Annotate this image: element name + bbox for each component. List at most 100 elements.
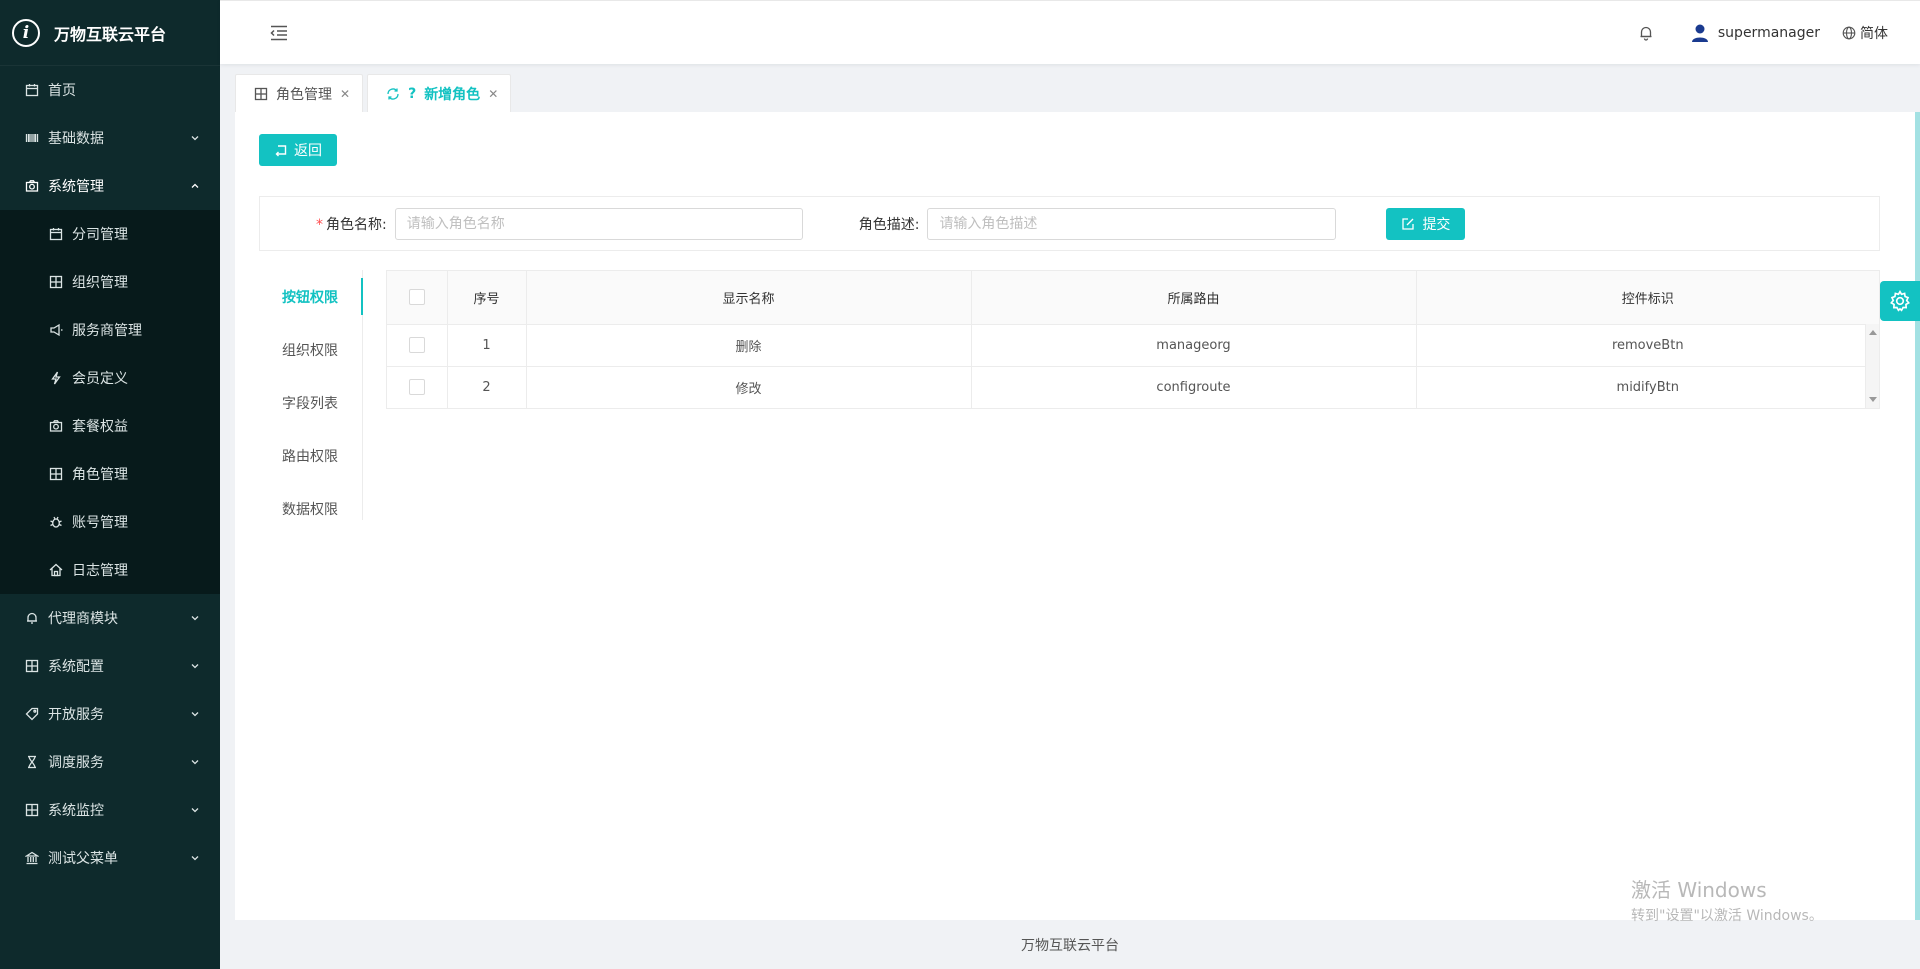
username: supermanager <box>1717 24 1820 41</box>
header-route: 所属路由 <box>971 271 1417 325</box>
row-checkbox[interactable] <box>408 337 425 353</box>
role-desc-label: 角色描述: <box>858 216 920 233</box>
sidebar-item-label: 角色管理 <box>72 467 128 483</box>
table-row: 2 修改 configroute midifyBtn <box>387 366 1879 408</box>
tab-data-permission[interactable]: 数据权限 <box>259 482 362 535</box>
sidebar-item-system-management[interactable]: 系统管理 <box>0 162 220 210</box>
watermark-title: 激活 Windows <box>1631 878 1767 902</box>
row-select-cell <box>387 324 448 367</box>
table-scrollbar[interactable] <box>1865 324 1879 408</box>
sidebar-item-label: 系统管理 <box>48 179 104 195</box>
sidebar-item-label: 基础数据 <box>48 131 104 147</box>
role-name-label-text: 角色名称: <box>326 216 387 233</box>
sidebar-item-basic-data[interactable]: 基础数据 <box>0 114 220 162</box>
sidebar-item-label: 服务商管理 <box>72 323 142 339</box>
barcode-icon <box>24 130 40 146</box>
row-checkbox[interactable] <box>408 379 425 396</box>
cell-index: 1 <box>447 324 527 367</box>
header-actions: supermanager 简体 <box>1636 1 1920 64</box>
sidebar: i 万物互联云平台 首页 基础数据 系统管理 分司管理 组织管理 服务商管理 会… <box>0 0 220 969</box>
sidebar-item-log-management[interactable]: 日志管理 <box>0 546 220 594</box>
hourglass-icon <box>24 754 40 770</box>
sidebar-item-provider-management[interactable]: 服务商管理 <box>0 306 220 354</box>
settings-gear-button[interactable] <box>1880 281 1920 321</box>
sidebar-item-test-parent-menu[interactable]: 测试父菜单 <box>0 834 220 882</box>
sidebar-item-label: 测试父菜单 <box>48 851 118 867</box>
sidebar-item-package-benefits[interactable]: 套餐权益 <box>0 402 220 450</box>
row-select-cell <box>387 366 448 408</box>
select-all-checkbox[interactable] <box>408 289 425 306</box>
sidebar-item-open-service[interactable]: 开放服务 <box>0 690 220 738</box>
top-header: supermanager 简体 <box>220 0 1920 64</box>
sidebar-item-label: 系统配置 <box>48 659 104 675</box>
role-form: *角色名称: 角色描述: 提交 <box>259 196 1880 251</box>
lightning-icon <box>48 370 64 386</box>
submit-button[interactable]: 提交 <box>1386 207 1466 240</box>
cell-display-name: 删除 <box>526 324 972 367</box>
tab-role-management[interactable]: 角色管理 ✕ <box>235 74 364 112</box>
sidebar-item-label: 账号管理 <box>72 515 128 531</box>
tab-field-list[interactable]: 字段列表 <box>259 376 362 429</box>
scroll-up-icon[interactable] <box>1869 330 1877 335</box>
sidebar-item-label: 代理商模块 <box>48 611 118 627</box>
chevron-down-icon <box>190 805 200 815</box>
cell-route: configroute <box>971 366 1417 408</box>
sidebar-item-label: 日志管理 <box>72 563 128 579</box>
cell-index: 2 <box>447 366 527 408</box>
close-icon[interactable]: ✕ <box>488 87 498 101</box>
megaphone-icon <box>48 322 64 338</box>
sidebar-item-system-config[interactable]: 系统配置 <box>0 642 220 690</box>
sidebar-item-label: 分司管理 <box>72 227 128 243</box>
sidebar-item-agent-module[interactable]: 代理商模块 <box>0 594 220 642</box>
sidebar-item-scheduling-service[interactable]: 调度服务 <box>0 738 220 786</box>
sidebar-item-role-management[interactable]: 角色管理 <box>0 450 220 498</box>
sidebar-item-label: 组织管理 <box>72 275 128 291</box>
sidebar-item-account-management[interactable]: 账号管理 <box>0 498 220 546</box>
page-footer: 万物互联云平台 <box>1021 937 1119 954</box>
chevron-down-icon <box>190 709 200 719</box>
scroll-down-icon[interactable] <box>1869 397 1877 402</box>
close-icon[interactable]: ✕ <box>340 87 350 101</box>
header-index: 序号 <box>447 271 527 325</box>
edit-icon <box>1402 217 1415 230</box>
system-management-submenu: 分司管理 组织管理 服务商管理 会员定义 套餐权益 角色管理 账号管理 日志管理 <box>0 210 220 594</box>
table-icon <box>48 274 64 290</box>
select-all-cell <box>387 271 448 325</box>
sidebar-item-org-management[interactable]: 组织管理 <box>0 258 220 306</box>
tab-new-role[interactable]: ? 新增角色 ✕ <box>367 74 512 112</box>
sidebar-item-home[interactable]: 首页 <box>0 66 220 114</box>
sidebar-item-system-monitor[interactable]: 系统监控 <box>0 786 220 834</box>
header-control-id: 控件标识 <box>1416 271 1879 325</box>
sidebar-item-branch-management[interactable]: 分司管理 <box>0 210 220 258</box>
notification-bell-icon[interactable] <box>1636 23 1656 43</box>
cell-display-name: 修改 <box>526 366 972 408</box>
camera-icon <box>48 418 64 434</box>
tab-org-permission[interactable]: 组织权限 <box>259 323 362 376</box>
calendar-icon <box>24 82 40 98</box>
sidebar-item-label: 会员定义 <box>72 371 128 387</box>
table-icon <box>48 466 64 482</box>
user-menu[interactable]: supermanager <box>1690 23 1820 43</box>
role-desc-input[interactable] <box>927 207 1337 240</box>
app-title: 万物互联云平台 <box>54 24 167 44</box>
tab-prefix: ? <box>408 85 417 102</box>
chevron-down-icon <box>190 853 200 863</box>
role-name-input[interactable] <box>394 207 803 240</box>
menu-fold-icon[interactable] <box>268 22 290 44</box>
refresh-icon[interactable] <box>386 87 400 101</box>
sidebar-item-member-definition[interactable]: 会员定义 <box>0 354 220 402</box>
tab-label: 新增角色 <box>424 86 481 103</box>
back-button[interactable]: 返回 <box>259 134 337 166</box>
sidebar-item-label: 开放服务 <box>48 707 104 723</box>
language-switcher[interactable]: 简体 <box>1842 23 1888 43</box>
brand[interactable]: i 万物互联云平台 <box>0 0 220 66</box>
table-header-row: 序号 显示名称 所属路由 控件标识 <box>387 271 1879 325</box>
cell-control-id: removeBtn <box>1416 324 1879 367</box>
tab-route-permission[interactable]: 路由权限 <box>259 429 362 482</box>
gear-icon <box>1890 290 1910 312</box>
bug-icon <box>48 514 64 530</box>
tab-button-permission[interactable]: 按钮权限 <box>259 270 363 323</box>
permission-tabs: 按钮权限 组织权限 字段列表 路由权限 数据权限 <box>259 270 363 520</box>
right-edge-strip <box>1915 112 1920 920</box>
sidebar-item-label: 首页 <box>48 83 76 99</box>
